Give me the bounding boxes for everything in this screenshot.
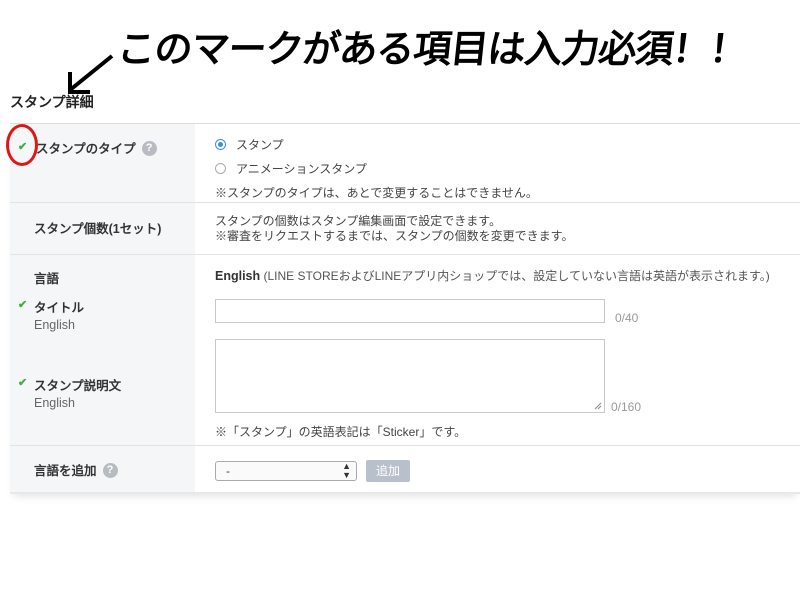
- label-cell: スタンプ個数(1セット): [10, 203, 195, 254]
- sticker-detail-form: ✔ スタンプのタイプ? スタンプ アニメーションスタンプ ※スタンプのタイプは、…: [10, 123, 800, 494]
- title-counter: 0/40: [615, 311, 639, 325]
- annotation-text: このマークがある項目は入力必須！！: [115, 27, 749, 71]
- row-sticker-type: ✔ スタンプのタイプ? スタンプ アニメーションスタンプ ※スタンプのタイプは、…: [10, 124, 800, 203]
- language-info: English (LINE STOREおよびLINEアプリ内ショップでは、設定し…: [215, 267, 800, 284]
- sticker-count-label: スタンプ個数(1セット): [34, 222, 162, 236]
- description-counter: 0/160: [611, 400, 642, 414]
- language-note: (LINE STOREおよびLINEアプリ内ショップでは、設定していない言語は英…: [263, 269, 770, 283]
- radio-animation-sticker[interactable]: アニメーションスタンプ: [215, 160, 800, 177]
- row-add-language: 言語を追加? - ▲ ▼ 追加: [10, 446, 800, 494]
- title-input[interactable]: [215, 299, 605, 323]
- count-note-2: ※審査をリクエストするまでは、スタンプの個数を変更できます。: [215, 229, 574, 243]
- description-textarea[interactable]: [215, 339, 605, 413]
- description-sub-label: English: [34, 396, 75, 410]
- value-cell: スタンプの個数はスタンプ編集画面で設定できます。 ※審査をリクエストするまでは、…: [195, 203, 800, 254]
- sticker-english-note: ※「スタンプ」の英語表記は「Sticker」です。: [215, 425, 467, 439]
- type-note: ※スタンプのタイプは、あとで変更することはできません。: [215, 186, 538, 200]
- radio-sticker[interactable]: スタンプ: [215, 136, 800, 153]
- value-cell: スタンプ アニメーションスタンプ ※スタンプのタイプは、あとで変更することはでき…: [195, 124, 800, 202]
- check-icon: ✔: [18, 377, 28, 389]
- title-label: タイトル: [34, 301, 85, 315]
- value-cell: - ▲ ▼ 追加: [195, 446, 800, 492]
- value-cell: English (LINE STOREおよびLINEアプリ内ショップでは、設定し…: [195, 255, 800, 445]
- section-title: スタンプ詳細: [10, 94, 94, 110]
- help-icon[interactable]: ?: [102, 463, 118, 479]
- radio-label-sticker: スタンプ: [236, 138, 284, 152]
- label-cell: ✔ スタンプのタイプ?: [10, 124, 195, 202]
- language-name: English: [215, 269, 261, 283]
- resize-handle-icon[interactable]: [594, 402, 602, 410]
- label-cell: 言語 ✔ タイトル English ✔ スタンプ説明文 English: [10, 255, 195, 445]
- row-language: 言語 ✔ タイトル English ✔ スタンプ説明文 English Engl…: [10, 255, 800, 446]
- radio-dot-selected[interactable]: [215, 139, 226, 150]
- check-icon: ✔: [18, 299, 28, 311]
- radio-label-animation: アニメーションスタンプ: [236, 162, 367, 176]
- select-arrows-icon: ▲ ▼: [342, 461, 351, 480]
- description-label: スタンプ説明文: [34, 379, 122, 393]
- language-select-value: -: [226, 464, 230, 478]
- add-language-button[interactable]: 追加: [366, 460, 410, 482]
- count-note-1: スタンプの個数はスタンプ編集画面で設定できます。: [215, 214, 502, 228]
- label-cell: 言語を追加?: [10, 446, 195, 492]
- required-mark-highlight: [6, 124, 38, 166]
- title-sub-label: English: [34, 318, 75, 332]
- language-select[interactable]: - ▲ ▼: [215, 461, 357, 481]
- radio-dot[interactable]: [215, 163, 226, 174]
- help-icon[interactable]: ?: [141, 141, 157, 157]
- language-label: 言語: [34, 272, 60, 286]
- add-language-label: 言語を追加: [34, 464, 97, 478]
- sticker-type-label: スタンプのタイプ: [36, 142, 136, 156]
- row-sticker-count: スタンプ個数(1セット) スタンプの個数はスタンプ編集画面で設定できます。 ※審…: [10, 203, 800, 255]
